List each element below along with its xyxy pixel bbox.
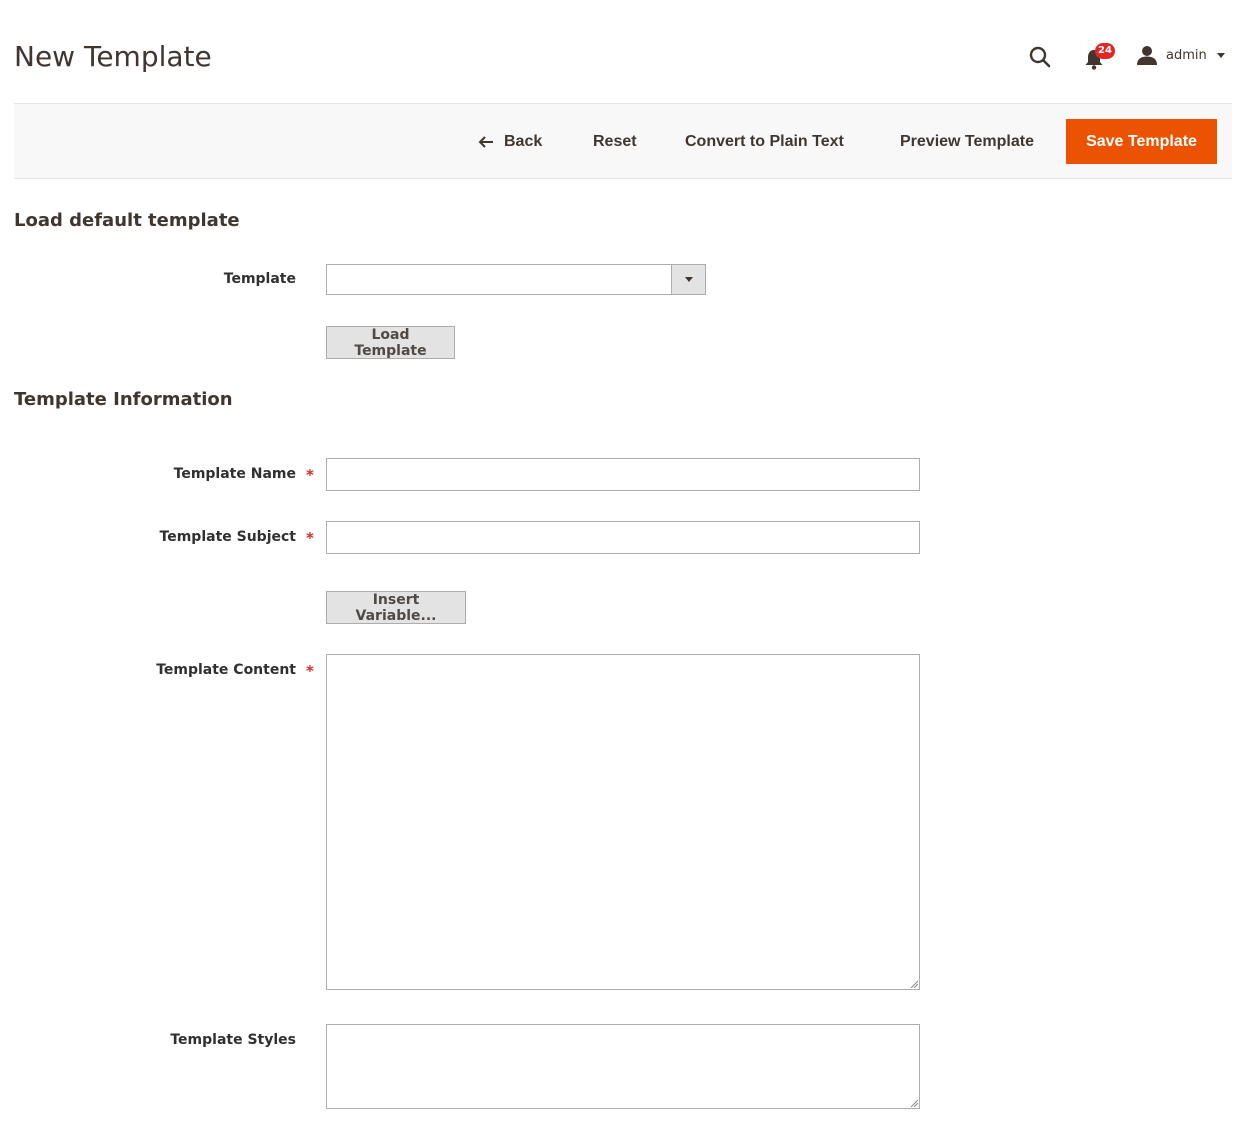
preview-template-button[interactable]: Preview Template [894, 120, 1040, 164]
insert-variable-button[interactable]: Insert Variable... [326, 591, 466, 624]
reset-button[interactable]: Reset [587, 120, 643, 164]
template-name-label: Template Name [173, 466, 296, 482]
template-styles-label: Template Styles [170, 1032, 296, 1048]
convert-to-plain-text-button[interactable]: Convert to Plain Text [679, 120, 850, 164]
template-subject-label: Template Subject [159, 529, 296, 545]
required-mark: * [306, 662, 314, 680]
back-label: Back [504, 133, 543, 150]
page-actions-toolbar: Back Reset Convert to Plain Text Preview… [14, 103, 1232, 179]
notifications-count-badge: 24 [1095, 43, 1115, 59]
user-menu[interactable]: admin [1136, 44, 1225, 66]
chevron-down-icon [1216, 52, 1225, 58]
user-name: admin [1166, 47, 1207, 63]
search-icon [1029, 46, 1051, 68]
template-name-input[interactable] [326, 458, 920, 491]
resize-handle-icon[interactable] [910, 980, 918, 988]
arrow-left-icon [478, 136, 493, 148]
template-information-heading: Template Information [14, 389, 233, 410]
save-template-button[interactable]: Save Template [1066, 119, 1217, 164]
page: New Template 24 admin Back Reset Convert… [0, 0, 1237, 1143]
search-button[interactable] [1026, 44, 1054, 72]
user-icon [1137, 46, 1157, 65]
template-select[interactable] [326, 264, 706, 295]
template-subject-input[interactable] [326, 521, 920, 554]
page-title: New Template [14, 40, 212, 73]
template-content-label: Template Content [156, 662, 296, 678]
back-button[interactable]: Back [472, 120, 548, 164]
select-arrow[interactable] [671, 265, 705, 294]
resize-handle-icon[interactable] [910, 1099, 918, 1107]
chevron-down-icon [684, 277, 693, 282]
template-styles-textarea[interactable] [326, 1024, 920, 1109]
required-mark: * [306, 529, 314, 547]
load-default-template-heading: Load default template [14, 210, 240, 231]
template-select-label: Template [223, 271, 296, 287]
template-content-textarea[interactable] [326, 654, 920, 990]
load-template-button[interactable]: Load Template [326, 326, 455, 359]
required-mark: * [306, 466, 314, 484]
